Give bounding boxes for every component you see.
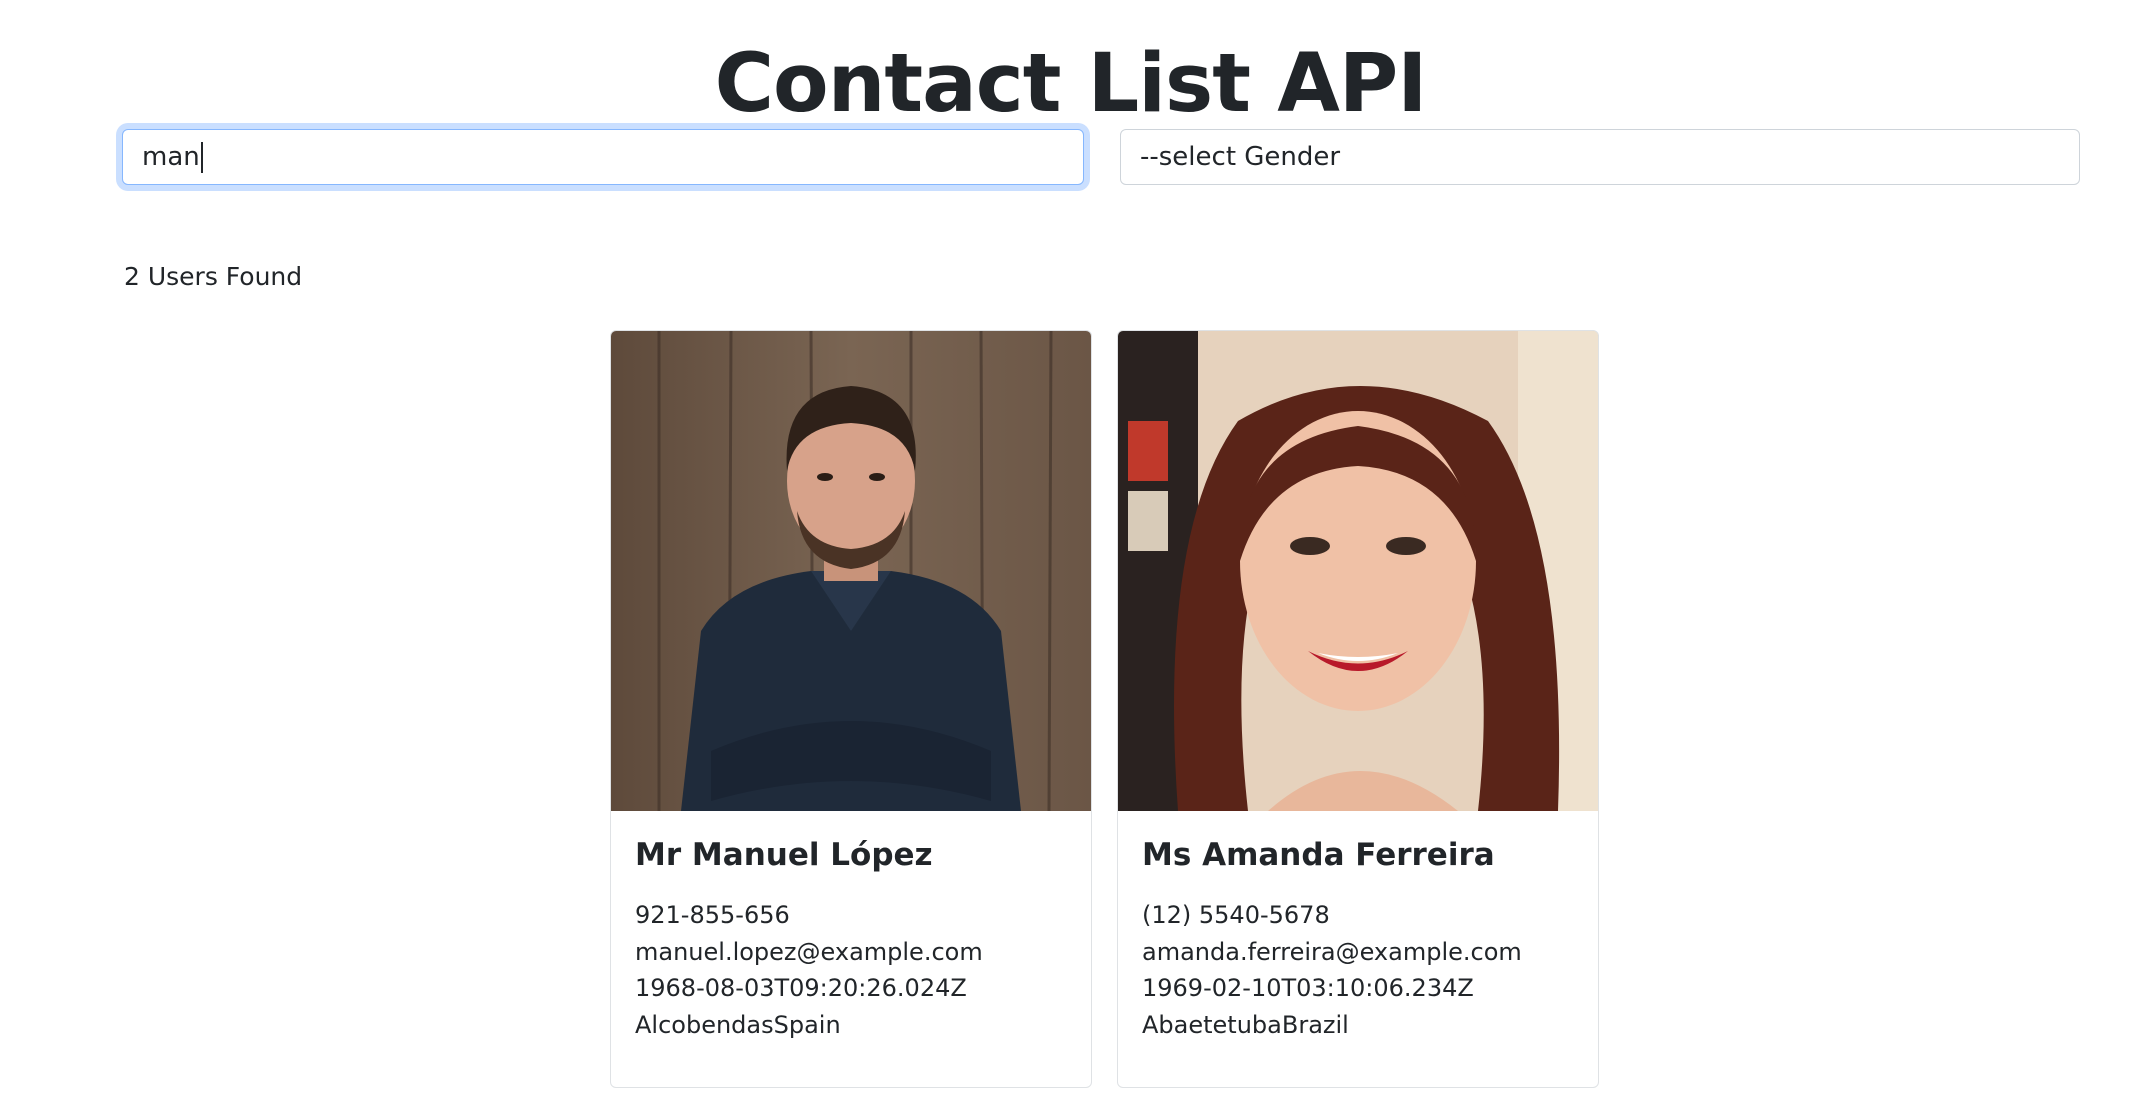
- results-count: 2 Users Found: [124, 262, 303, 291]
- user-card: Mr Manuel López 921-855-656 manuel.lopez…: [610, 330, 1092, 1088]
- user-email: manuel.lopez@example.com: [635, 937, 983, 966]
- user-photo: [1118, 331, 1598, 811]
- user-location: AlcobendasSpain: [635, 1010, 841, 1039]
- user-email: amanda.ferreira@example.com: [1142, 937, 1522, 966]
- page-title: Contact List API: [714, 37, 1428, 131]
- search-input-value: man: [142, 142, 200, 172]
- text-cursor: [200, 141, 203, 173]
- user-name: Mr Manuel López: [635, 837, 933, 873]
- gender-select-value: --select Gender: [1140, 142, 1341, 172]
- user-phone: (12) 5540-5678: [1142, 901, 1330, 929]
- search-input[interactable]: man: [122, 129, 1084, 185]
- user-name: Ms Amanda Ferreira: [1142, 837, 1495, 873]
- user-card: Ms Amanda Ferreira (12) 5540-5678 amanda…: [1117, 330, 1599, 1088]
- user-photo: [611, 331, 1091, 811]
- user-dob: 1969-02-10T03:10:06.234Z: [1142, 974, 1474, 1002]
- user-location: AbaetetubaBrazil: [1142, 1010, 1349, 1039]
- user-phone: 921-855-656: [635, 901, 790, 929]
- gender-select[interactable]: --select Gender: [1120, 129, 2080, 185]
- user-dob: 1968-08-03T09:20:26.024Z: [635, 974, 967, 1002]
